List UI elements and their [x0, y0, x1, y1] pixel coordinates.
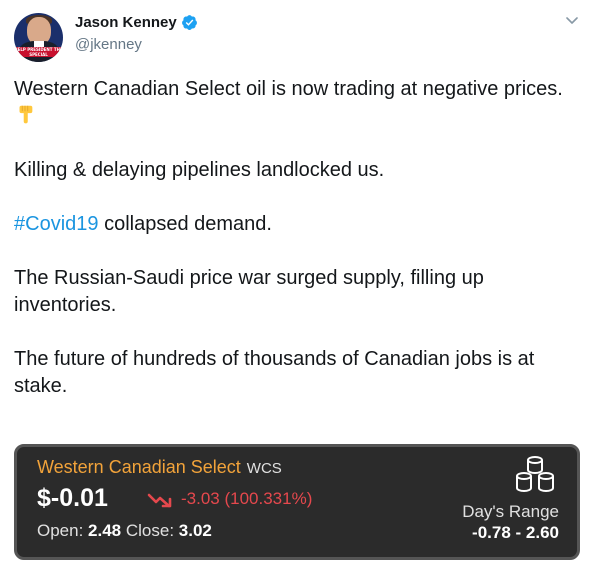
close-value: 3.02	[178, 521, 212, 540]
verified-badge-icon	[181, 15, 197, 30]
open-value: 2.48	[88, 521, 122, 540]
stock-ticker: WCS	[246, 460, 282, 477]
stock-change: -3.03 (100.331%)	[181, 489, 313, 508]
tweet-paragraph-3: #Covid19 collapsed demand.	[14, 211, 579, 238]
trend-down-arrow-icon	[147, 493, 172, 508]
days-range-label: Day's Range	[462, 502, 559, 521]
stock-title-row: Western Canadian Select WCS	[37, 457, 282, 478]
author-name-row: Jason Kenney	[75, 14, 198, 31]
avatar-banner: HELP PRESIDENT THE SPECIAL	[14, 47, 63, 57]
stock-open-close: Open: 2.48 Close: 3.02	[37, 521, 212, 541]
tweet: HELP PRESIDENT THE SPECIAL Jason Kenney …	[0, 0, 594, 581]
tweet-paragraph-text: Western Canadian Select oil is now tradi…	[14, 78, 563, 100]
tweet-paragraph-2: Killing & delaying pipelines landlocked …	[14, 159, 385, 181]
stock-price: $-0.01	[37, 484, 108, 512]
tweet-paragraph-text: collapsed demand.	[98, 213, 272, 235]
tweet-text: Western Canadian Select oil is now tradi…	[14, 76, 579, 400]
stock-title: Western Canadian Select	[37, 457, 241, 477]
tweet-paragraph-1: Western Canadian Select oil is now tradi…	[14, 76, 579, 130]
close-label: Close:	[125, 521, 175, 540]
tweet-paragraph-5: The future of hundreds of thousands of C…	[14, 348, 535, 397]
hashtag-link[interactable]: #Covid19	[14, 213, 99, 235]
backhand-index-pointing-down-icon	[19, 105, 33, 124]
database-stack-icon	[516, 456, 554, 492]
author-display-name[interactable]: Jason Kenney	[75, 14, 177, 31]
chevron-down-icon[interactable]	[566, 17, 578, 25]
stock-quote-card[interactable]: Western Canadian Select WCS $-0.01 -3.03…	[14, 444, 580, 560]
author-handle[interactable]: @jkenney	[75, 36, 142, 53]
tweet-paragraph-4: The Russian-Saudi price war surged suppl…	[14, 267, 484, 316]
open-label: Open:	[37, 521, 84, 540]
avatar[interactable]: HELP PRESIDENT THE SPECIAL	[14, 13, 63, 62]
days-range-value: -0.78 - 2.60	[472, 523, 559, 542]
